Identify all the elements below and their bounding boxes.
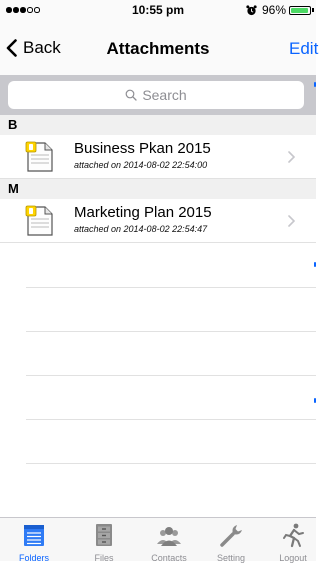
tab-logout[interactable]: Logout (262, 518, 320, 563)
section-header-m: M (0, 179, 316, 199)
battery-percentage: 96% (261, 3, 286, 17)
page-title: Attachments (106, 39, 210, 58)
battery-level (291, 7, 309, 13)
list-item[interactable]: Business Pkan 2015 attached on 2014-08-0… (0, 135, 316, 179)
tab-label: Setting (216, 553, 246, 563)
attachment-date: attached on 2014-08-02 22:54:00 (74, 160, 208, 170)
tab-setting[interactable]: Setting (200, 518, 262, 563)
status-right: 96% (246, 3, 314, 17)
search-input[interactable]: Search (8, 81, 304, 109)
tab-folders[interactable]: Folders (3, 518, 65, 563)
tab-label: Contacts (151, 553, 187, 563)
tab-label: Logout (279, 553, 307, 563)
wrench-icon (220, 525, 242, 547)
navigation-bar: Back Attachments Edit (0, 20, 318, 75)
tab-label: Files (94, 553, 114, 563)
search-bar: Search (0, 75, 316, 115)
section-index-mark (314, 262, 316, 267)
contacts-icon (157, 527, 181, 546)
folders-icon (24, 525, 44, 546)
attachment-title: Business Pkan 2015 (74, 140, 211, 157)
search-icon (125, 89, 137, 101)
status-bar: 10:55 pm 96% (0, 0, 316, 20)
chevron-right-icon (288, 151, 295, 163)
tab-label: Folders (18, 553, 49, 563)
chevron-right-icon (288, 215, 295, 227)
edit-button[interactable]: Edit (289, 39, 318, 59)
section-index-mark (314, 398, 316, 403)
row-separator (26, 287, 316, 288)
row-separator (26, 375, 316, 376)
row-separator (26, 463, 316, 464)
list-item[interactable]: Marketing Plan 2015 attached on 2014-08-… (0, 199, 316, 243)
attachment-date: attached on 2014-08-02 22:54:47 (74, 224, 208, 234)
document-icon (25, 205, 53, 236)
row-separator (26, 419, 316, 420)
section-header-b: B (0, 115, 316, 135)
tab-files[interactable]: Files (73, 518, 135, 563)
tab-bar: Folders Files Contacts Setting Logout (0, 517, 316, 563)
battery-icon (289, 5, 311, 15)
files-cabinet-icon (96, 524, 112, 546)
running-man-icon (283, 523, 304, 548)
attachment-title: Marketing Plan 2015 (74, 204, 212, 221)
battery-tip (312, 8, 314, 12)
document-icon (25, 141, 53, 172)
row-separator (26, 331, 316, 332)
search-placeholder: Search (142, 87, 187, 103)
alarm-clock-icon (246, 4, 257, 15)
tab-contacts[interactable]: Contacts (138, 518, 200, 563)
section-index-mark (314, 82, 316, 87)
